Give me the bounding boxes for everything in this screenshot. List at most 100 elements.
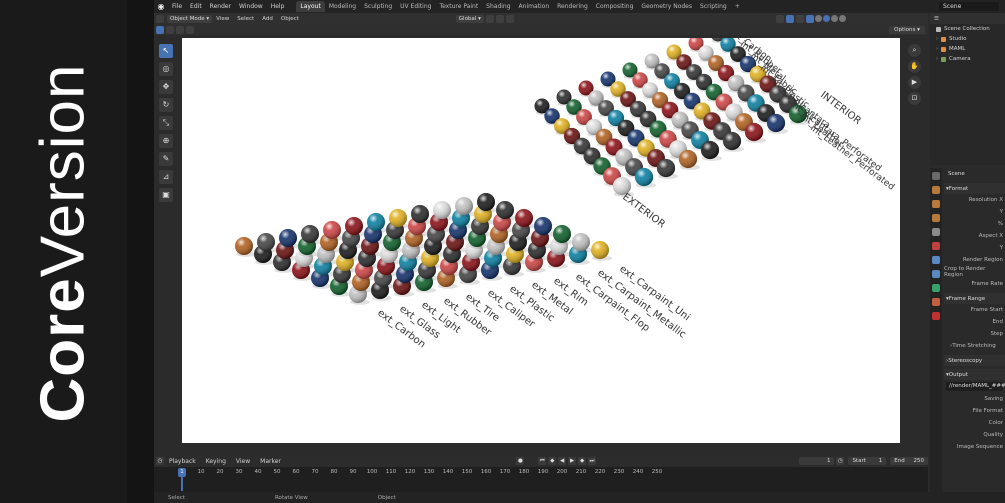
color-row[interactable]: Color xyxy=(944,417,1005,429)
record-icon[interactable]: ● xyxy=(516,457,525,465)
snap-icon[interactable] xyxy=(495,14,504,23)
transform-icon[interactable]: ⊕ xyxy=(159,134,173,148)
render-tab-icon[interactable] xyxy=(932,186,940,194)
mode-dropdown[interactable]: Object Mode ▾ xyxy=(167,14,213,23)
annotate-icon[interactable]: ✎ xyxy=(159,152,173,166)
crop-region-row[interactable]: Crop to Render Region xyxy=(944,266,1005,278)
file-format-row[interactable]: File Format xyxy=(944,405,1005,417)
current-frame-field[interactable]: 1 xyxy=(798,457,835,465)
prev-key-icon[interactable]: ◆ xyxy=(548,457,557,465)
tab-uv-editing[interactable]: UV Editing xyxy=(396,1,435,12)
expand-icon[interactable]: › xyxy=(936,36,938,42)
resolution-x-row[interactable]: Resolution X xyxy=(944,194,1005,206)
visibility-icon[interactable] xyxy=(775,14,784,23)
tab-shading[interactable]: Shading xyxy=(482,1,514,12)
xray-icon[interactable] xyxy=(805,14,814,23)
outliner-item-maml[interactable]: › MAML xyxy=(930,44,1005,54)
pivot-icon[interactable] xyxy=(485,14,494,23)
output-section[interactable]: ▾ Output xyxy=(944,369,1005,380)
tab-sculpting[interactable]: Sculpting xyxy=(360,1,396,12)
tab-texture-paint[interactable]: Texture Paint xyxy=(435,1,482,12)
quality-row[interactable]: Quality xyxy=(944,429,1005,441)
object-tab-icon[interactable] xyxy=(932,256,940,264)
play-reverse-icon[interactable]: ◀ xyxy=(558,457,567,465)
pan-icon[interactable]: ✋ xyxy=(908,60,921,73)
menu-select[interactable]: Select xyxy=(233,16,258,22)
blender-logo-icon[interactable]: ◉ xyxy=(154,2,168,11)
resolution-percent-row[interactable]: % xyxy=(944,218,1005,230)
material-shading-icon[interactable] xyxy=(830,15,838,22)
outliner-item-studio[interactable]: › Studio xyxy=(930,34,1005,44)
cursor-icon[interactable]: ◎ xyxy=(159,62,173,76)
tool-tab-icon[interactable] xyxy=(932,172,940,180)
menu-edit[interactable]: Edit xyxy=(186,0,206,13)
constraint-tab-icon[interactable] xyxy=(932,284,940,292)
resolution-y-row[interactable]: Y xyxy=(944,206,1005,218)
world-tab-icon[interactable] xyxy=(932,242,940,250)
overlay-icon[interactable] xyxy=(795,14,804,23)
frame-end-row[interactable]: End xyxy=(944,316,1005,328)
options-dropdown[interactable]: Options ▾ xyxy=(889,26,925,34)
render-region-row[interactable]: Render Region xyxy=(944,254,1005,266)
expand-icon[interactable]: › xyxy=(936,56,938,62)
menu-window[interactable]: Window xyxy=(235,0,267,13)
playhead[interactable]: 1 xyxy=(178,468,186,477)
jump-start-icon[interactable]: ⏮ xyxy=(538,457,547,465)
image-sequence-row[interactable]: Image Sequence xyxy=(944,441,1005,453)
frame-start-row[interactable]: Frame Start xyxy=(944,304,1005,316)
menu-playback[interactable]: Playback xyxy=(164,458,201,465)
move-icon[interactable]: ✥ xyxy=(159,80,173,94)
select-icon[interactable]: ↖ xyxy=(159,44,173,58)
solid-shading-icon[interactable] xyxy=(822,15,830,22)
rotate-icon[interactable]: ↻ xyxy=(159,98,173,112)
tab-geometry-nodes[interactable]: Geometry Nodes xyxy=(637,1,696,12)
jump-end-icon[interactable]: ⏭ xyxy=(588,457,596,465)
scene-selector[interactable]: Scene xyxy=(939,2,999,11)
3d-viewport[interactable]: int_Carbon int_Rubber int_Metal int_Fabric i… xyxy=(182,38,900,443)
tab-animation[interactable]: Animation xyxy=(515,1,554,12)
camera-icon[interactable]: ▶ xyxy=(908,76,921,89)
proportional-edit-icon[interactable] xyxy=(505,14,514,23)
end-frame-field[interactable]: End 250 xyxy=(890,457,929,465)
gizmo-icon[interactable] xyxy=(785,14,794,23)
frame-range-section[interactable]: ▾ Frame Range xyxy=(944,293,1005,304)
scale-icon[interactable]: ⤡ xyxy=(159,116,173,130)
tab-modeling[interactable]: Modeling xyxy=(325,1,360,12)
frame-step-row[interactable]: Step xyxy=(944,328,1005,340)
menu-object[interactable]: Object xyxy=(277,16,303,22)
tab-rendering[interactable]: Rendering xyxy=(553,1,592,12)
menu-render[interactable]: Render xyxy=(206,0,235,13)
menu-file[interactable]: File xyxy=(168,0,186,13)
frame-rate-row[interactable]: Frame Rate xyxy=(944,278,1005,290)
menu-marker[interactable]: Marker xyxy=(255,458,286,465)
menu-keying[interactable]: Keying xyxy=(201,458,231,465)
select-extend-icon[interactable] xyxy=(166,25,174,34)
texture-tab-icon[interactable] xyxy=(932,312,940,320)
tab-layout[interactable]: Layout xyxy=(296,1,325,12)
output-tab-icon[interactable] xyxy=(932,200,940,208)
measure-icon[interactable]: ⊿ xyxy=(159,170,173,184)
aspect-y-row[interactable]: Y xyxy=(944,242,1005,254)
wireframe-shading-icon[interactable] xyxy=(814,15,822,22)
outliner-item-camera[interactable]: › Camera xyxy=(930,54,1005,64)
select-mode-icon[interactable] xyxy=(156,25,164,34)
timeline-editor-icon[interactable]: ◷ xyxy=(156,457,164,465)
lock-icon[interactable]: ⊡ xyxy=(908,92,921,105)
next-key-icon[interactable]: ◆ xyxy=(578,457,587,465)
play-icon[interactable]: ▶ xyxy=(568,457,577,465)
expand-icon[interactable]: › xyxy=(936,46,938,52)
tab-scripting[interactable]: Scripting xyxy=(696,1,731,12)
zoom-icon[interactable]: ⌕ xyxy=(908,44,921,57)
start-frame-field[interactable]: Start 1 xyxy=(848,457,887,465)
modifier-tab-icon[interactable] xyxy=(932,270,940,278)
add-workspace-button[interactable]: + xyxy=(731,1,744,12)
time-stretching-row[interactable]: › Time Stretching xyxy=(944,340,1005,352)
preview-range-icon[interactable]: ◷ xyxy=(836,457,845,465)
output-path-field[interactable]: //render/MAML_### xyxy=(946,382,1005,391)
outliner-scene-collection[interactable]: Scene Collection xyxy=(930,24,1005,34)
menu-timeline-view[interactable]: View xyxy=(231,458,255,465)
menu-view[interactable]: View xyxy=(212,16,233,22)
scene-tab-icon[interactable] xyxy=(932,228,940,236)
tab-compositing[interactable]: Compositing xyxy=(592,1,638,12)
material-tab-icon[interactable] xyxy=(932,298,940,306)
